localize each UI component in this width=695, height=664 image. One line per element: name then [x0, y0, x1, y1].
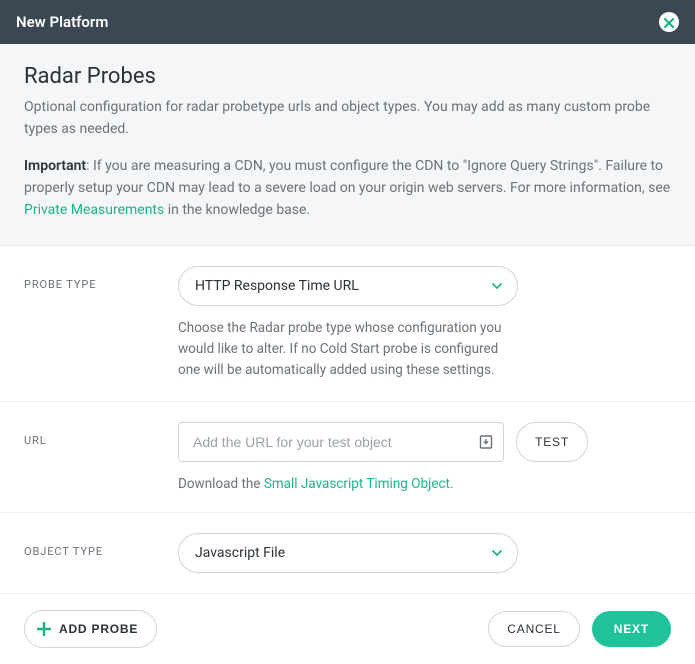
footer-actions: CANCEL NEXT — [488, 611, 671, 647]
url-input[interactable] — [178, 422, 504, 462]
object-type-label: OBJECT TYPE — [24, 533, 154, 558]
chevron-down-icon — [491, 547, 503, 559]
download-pre: Download the — [178, 476, 264, 492]
modal-footer: ADD PROBE CANCEL NEXT — [0, 594, 695, 664]
object-type-select[interactable]: Javascript File — [178, 533, 518, 573]
download-post: . — [450, 476, 454, 492]
object-type-value: Javascript File — [195, 545, 285, 561]
probe-type-value: HTTP Response Time URL — [195, 278, 359, 294]
add-probe-label: ADD PROBE — [59, 622, 138, 636]
probe-type-control: HTTP Response Time URL Choose the Radar … — [178, 266, 588, 381]
important-paragraph: Important: If you are measuring a CDN, y… — [24, 156, 671, 221]
important-text-b: in the knowledge base. — [164, 202, 310, 218]
url-label: URL — [24, 422, 154, 447]
url-input-group: TEST — [178, 422, 588, 462]
download-icon — [478, 434, 494, 450]
important-label: Important — [24, 158, 86, 174]
next-button[interactable]: NEXT — [592, 611, 671, 647]
close-button[interactable] — [659, 12, 679, 32]
add-probe-button[interactable]: ADD PROBE — [24, 610, 157, 648]
object-type-row: OBJECT TYPE Javascript File — [0, 513, 695, 594]
probe-type-select[interactable]: HTTP Response Time URL — [178, 266, 518, 306]
modal-header: New Platform — [0, 0, 695, 44]
probe-type-helper: Choose the Radar probe type whose config… — [178, 318, 518, 381]
probe-type-label: PROBE TYPE — [24, 266, 154, 291]
modal-title: New Platform — [16, 13, 108, 31]
url-input-wrap — [178, 422, 504, 462]
chevron-down-icon — [491, 280, 503, 292]
plus-icon — [37, 622, 51, 636]
private-measurements-link[interactable]: Private Measurements — [24, 202, 164, 218]
object-type-control: Javascript File — [178, 533, 588, 573]
test-button[interactable]: TEST — [516, 422, 588, 462]
url-row: URL TEST Download the Small Javascript T… — [0, 402, 695, 513]
close-icon — [664, 13, 674, 32]
probe-type-row: PROBE TYPE HTTP Response Time URL Choose… — [0, 246, 695, 402]
download-line: Download the Small Javascript Timing Obj… — [178, 476, 588, 492]
intro-section: Radar Probes Optional configuration for … — [0, 44, 695, 246]
section-description: Optional configuration for radar probety… — [24, 97, 671, 140]
cancel-button[interactable]: CANCEL — [488, 611, 579, 647]
url-control: TEST Download the Small Javascript Timin… — [178, 422, 588, 492]
section-heading: Radar Probes — [24, 64, 671, 89]
important-text-a: : If you are measuring a CDN, you must c… — [24, 158, 670, 196]
download-link[interactable]: Small Javascript Timing Object — [264, 476, 450, 492]
